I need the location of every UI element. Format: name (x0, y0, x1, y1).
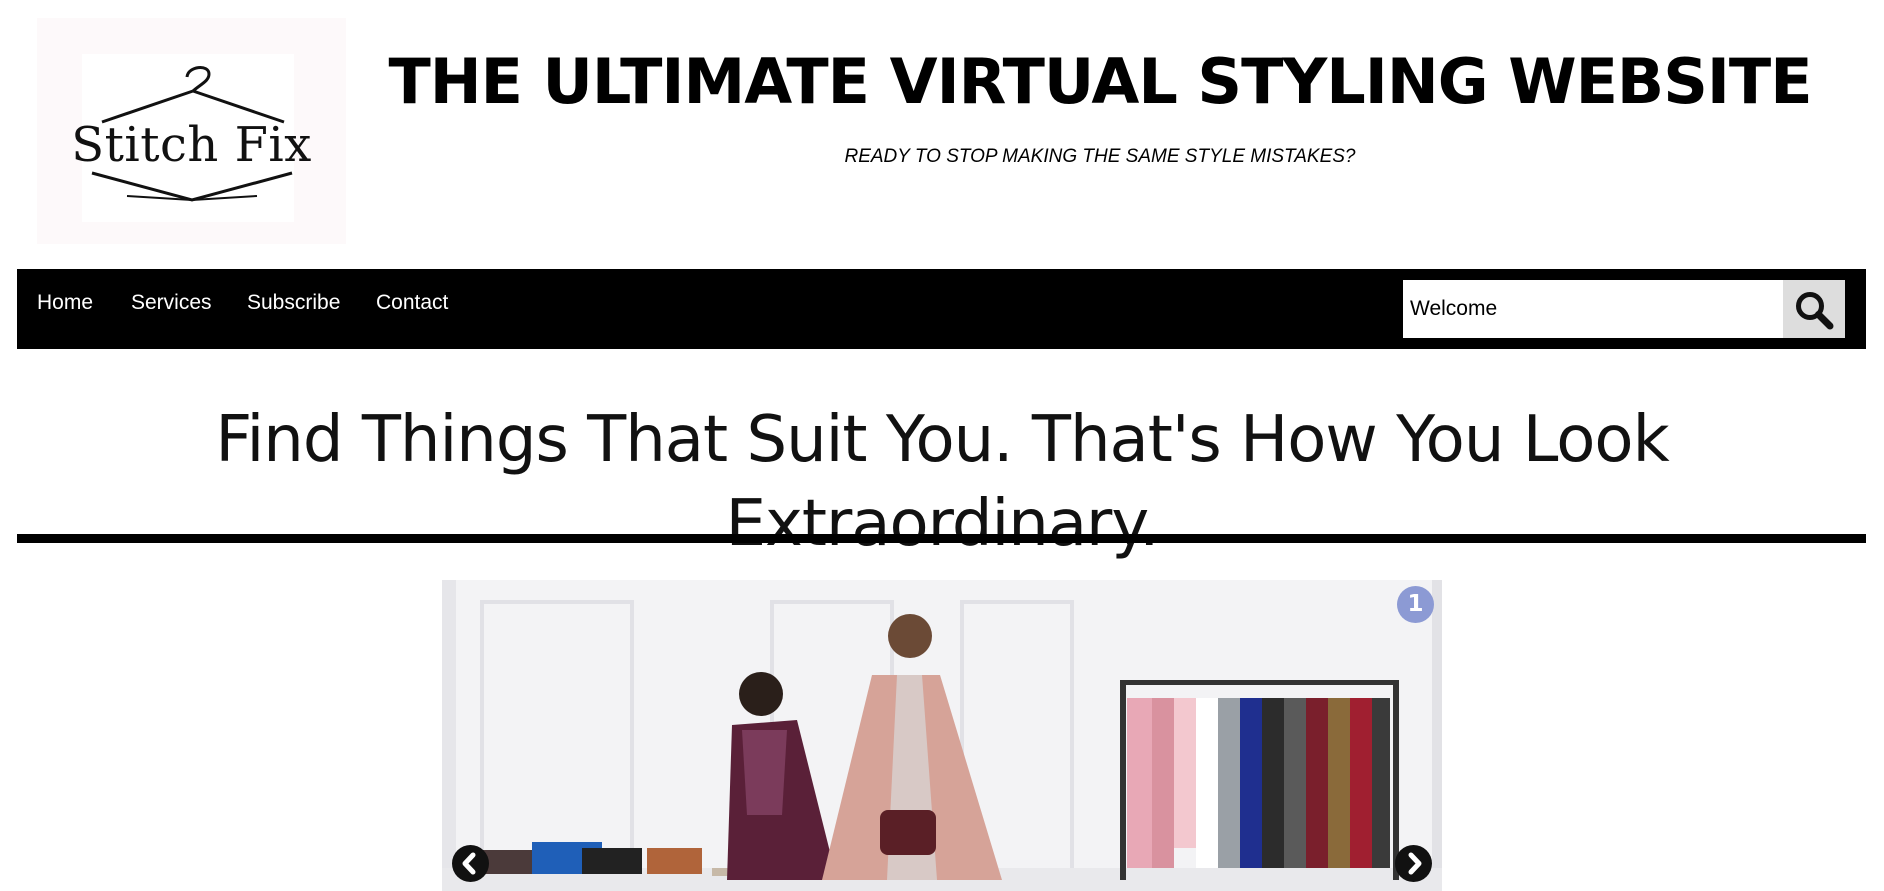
nav-item-contact[interactable]: Contact (376, 269, 448, 337)
site-title: THE ULTIMATE VIRTUAL STYLING WEBSITE (388, 45, 1812, 118)
site-logo[interactable]: Stitch Fix (37, 18, 346, 244)
slide-next-button[interactable] (1395, 845, 1432, 882)
search-button[interactable] (1783, 280, 1845, 338)
section-divider (17, 534, 1866, 543)
slide-image (442, 580, 1442, 891)
slide-number-badge: 1 (1397, 586, 1434, 623)
nav-item-home[interactable]: Home (37, 269, 93, 337)
nav-item-subscribe[interactable]: Subscribe (247, 269, 340, 337)
image-slideshow: 1 (442, 580, 1442, 891)
search-icon (1796, 292, 1834, 330)
search-input[interactable] (1403, 280, 1783, 338)
chevron-left-icon (462, 852, 476, 875)
main-navbar: Home Services Subscribe Contact (17, 269, 1866, 349)
chevron-right-icon (1408, 852, 1422, 875)
slide-prev-button[interactable] (452, 845, 489, 882)
nav-item-services[interactable]: Services (131, 269, 212, 337)
logo-wordmark: Stitch Fix (71, 117, 312, 173)
site-tagline: READY TO STOP MAKING THE SAME STYLE MIST… (844, 146, 1356, 167)
